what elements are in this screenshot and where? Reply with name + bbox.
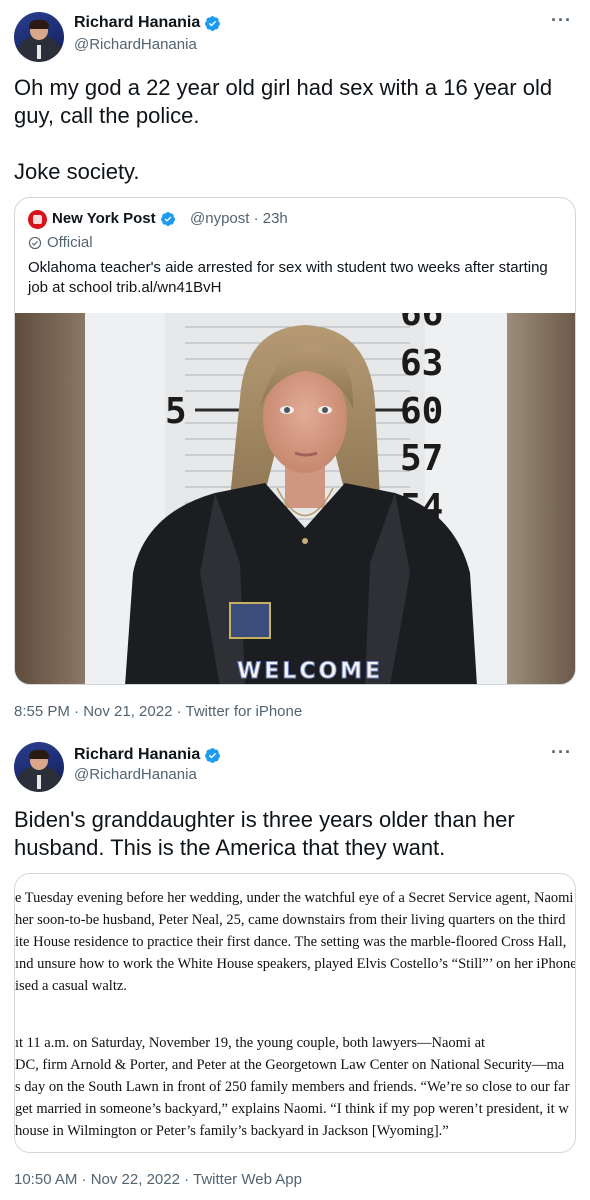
clipping-line: e Tuesday evening before her wedding, un… [15,890,574,906]
author-name-row[interactable]: Richard Hanania [74,746,221,764]
clipping-line: ıt 11 a.m. on Saturday, November 19, the… [15,1035,486,1051]
verified-badge-icon [205,747,221,763]
tweet-text: Oh my god a 22 year old girl had sex wit… [14,74,576,186]
quoted-handle-time[interactable]: @nypost · 23h [190,210,288,227]
quoted-tweet[interactable]: New York Post @nypost · 23h Official Okl… [14,197,576,685]
verified-badge-icon [205,15,221,31]
height-mark: 63 [400,343,443,384]
author-handle[interactable]: @RichardHanania [74,36,197,53]
more-options-icon[interactable]: ··· [551,10,572,31]
author-name[interactable]: Richard Hanania [74,14,200,32]
author-avatar[interactable] [14,742,64,792]
tweet-main: Richard Hanania @RichardHanania ··· Oh m… [0,0,590,730]
quoted-text: Oklahoma teacher's aide arrested for sex… [28,258,568,298]
official-label: Official [28,234,93,251]
author-handle[interactable]: @RichardHanania [74,766,197,783]
height-mark: 66 [400,313,443,334]
quoted-author-name[interactable]: New York Post [52,210,156,227]
clipping-line: s day on the South Lawn in front of 250 … [15,1079,570,1095]
quoted-author-row[interactable]: New York Post [52,210,176,227]
nypost-logo-icon [28,210,47,229]
mugshot-photo[interactable]: 66 63 60 57 54 5 [15,313,575,684]
clipping-line: her soon-to-be husband, Peter Neal, 25, … [15,912,566,928]
official-check-icon [28,236,42,249]
author-name[interactable]: Richard Hanania [74,746,200,764]
tweet-text-line: husband. This is the America that they w… [14,835,446,860]
clipping-line: ınd unsure how to work the White House s… [15,956,576,972]
tweet-text-line: Oh my god a 22 year old girl had sex wit… [14,75,553,100]
author-avatar[interactable] [14,12,64,62]
clipping-line: house in Wilmington or Peter’s family’s … [15,1123,449,1139]
mugshot-image: 66 63 60 57 54 5 [15,313,575,684]
tweet-text-line: Biden's granddaughter is three years old… [14,807,515,832]
more-options-icon[interactable]: ··· [551,742,572,763]
height-side-mark: 5 [165,391,187,432]
height-mark: 57 [400,438,443,479]
tweet-timestamp[interactable]: 10:50 AM · Nov 22, 2022 · Twitter Web Ap… [14,1171,302,1188]
tweet-text-line: Joke society. [14,159,140,184]
height-mark: 60 [400,391,443,432]
author-name-row[interactable]: Richard Hanania [74,14,221,32]
clipping-line: ite House residence to practice their fi… [15,934,567,950]
tweet-text-line: guy, call the police. [14,103,200,128]
clipping-line: get married in someone’s backyard,” expl… [15,1101,569,1117]
tweet-timestamp[interactable]: 8:55 PM · Nov 21, 2022 · Twitter for iPh… [14,703,302,720]
clipping-line: DC, firm Arnold & Porter, and Peter at t… [15,1057,565,1073]
clipping-line: ised a casual waltz. [15,978,127,994]
article-clipping-image[interactable]: e Tuesday evening before her wedding, un… [14,873,576,1153]
quoted-text-line: job at school trib.al/wn41BvH [28,279,222,296]
quoted-text-line: Oklahoma teacher's aide arrested for sex… [28,259,548,276]
tweet-text: Biden's granddaughter is three years old… [14,806,576,862]
tweet-second: Richard Hanania @RichardHanania ··· Bide… [0,730,590,1200]
verified-badge-icon [160,211,175,226]
shirt-text: WELCOME [237,659,383,684]
official-text: Official [47,234,93,251]
